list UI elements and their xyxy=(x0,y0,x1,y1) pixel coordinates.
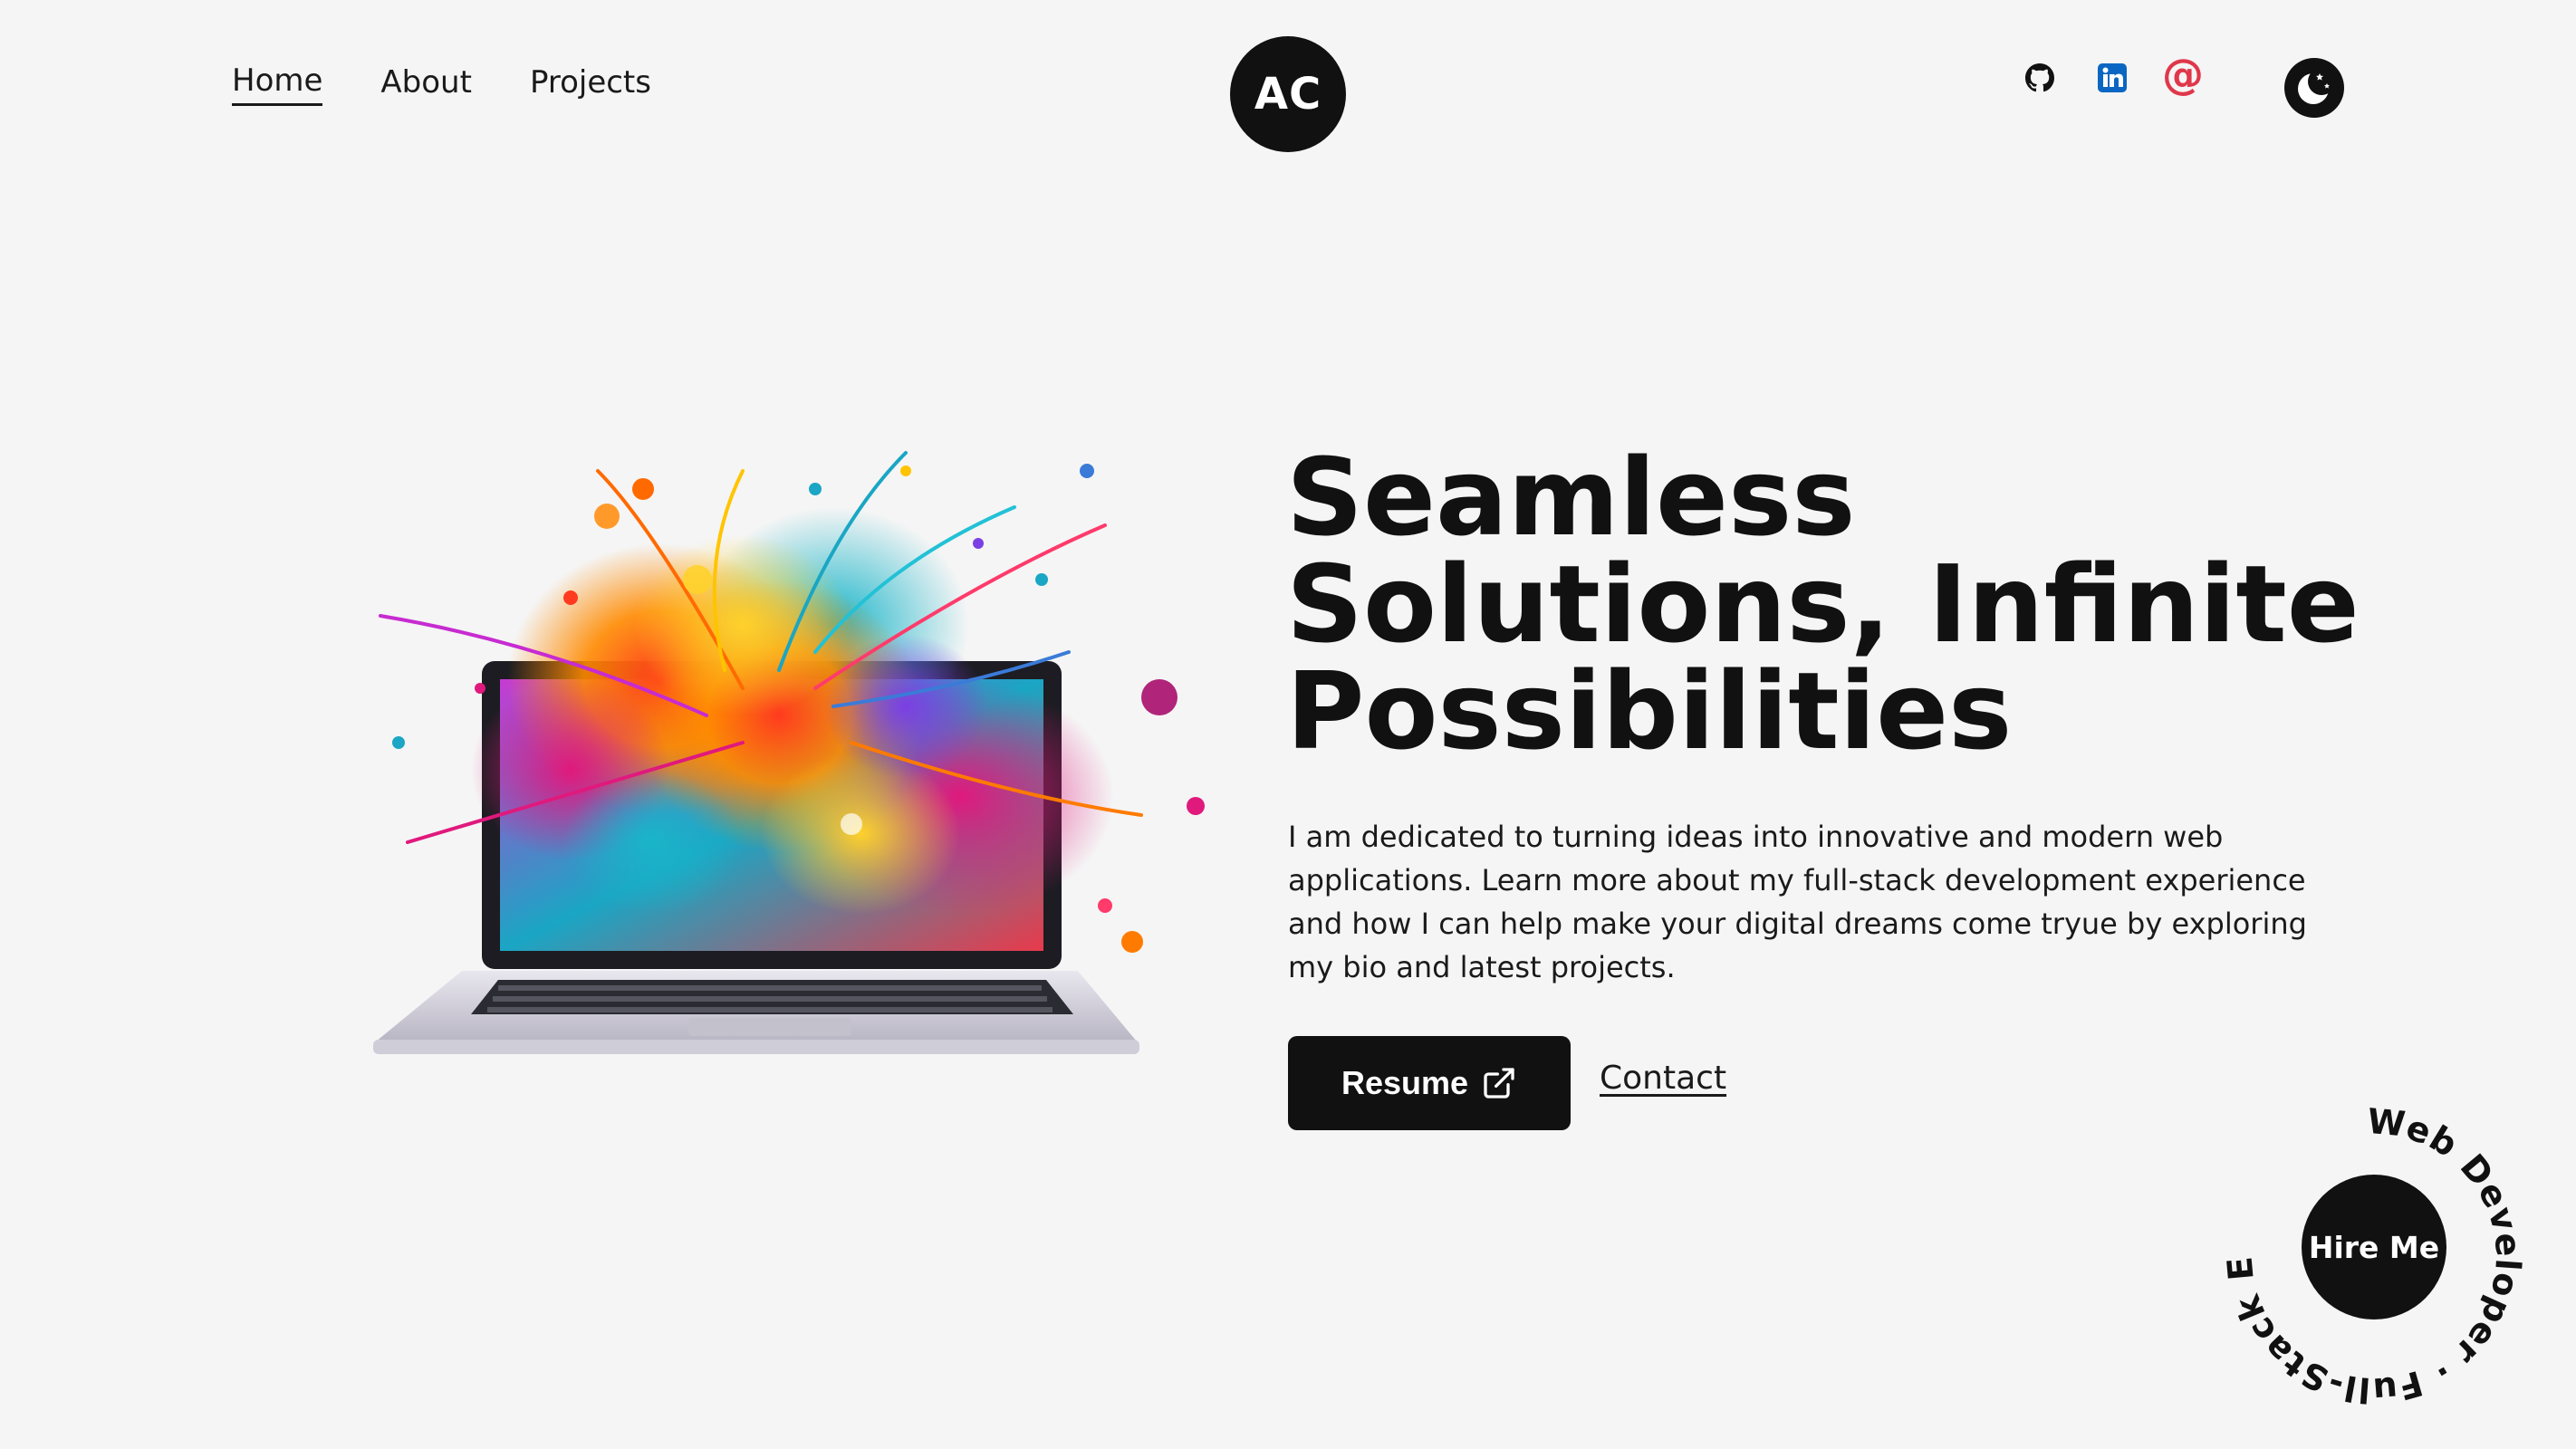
theme-toggle-button[interactable] xyxy=(2284,58,2344,118)
resume-label: Resume xyxy=(1341,1064,1469,1101)
headline-line-1: Seamless xyxy=(1286,435,1856,560)
hero-headline: Seamless Solutions, Infinite Possibiliti… xyxy=(1286,444,2464,764)
logo[interactable]: AC xyxy=(1230,36,1346,152)
contact-link[interactable]: Contact xyxy=(1600,1060,1726,1097)
social-links: @ xyxy=(2020,53,2204,98)
resume-button[interactable]: Resume xyxy=(1288,1036,1571,1130)
external-link-icon xyxy=(1484,1068,1514,1099)
github-icon[interactable] xyxy=(2020,58,2060,98)
hire-me-button[interactable]: Hire Me xyxy=(2302,1175,2446,1319)
hero-illustration xyxy=(272,417,1268,1069)
headline-line-2: Solutions, Infinite xyxy=(1286,542,2360,667)
headline-line-3: Possibilities xyxy=(1286,648,2013,773)
laptop-splash-image xyxy=(373,451,1205,1054)
logo-text: AC xyxy=(1254,69,1322,120)
hero-intro-text: I am dedicated to turning ideas into inn… xyxy=(1288,820,2307,984)
hire-me-badge: Web Developer · Full-Stack Engineer · Hi… xyxy=(2203,1066,2533,1415)
linkedin-icon[interactable] xyxy=(2092,58,2132,98)
moon-icon xyxy=(2298,68,2335,104)
nav-link-about[interactable]: About xyxy=(380,67,472,105)
nav-link-home[interactable]: Home xyxy=(232,65,323,106)
nav-link-projects[interactable]: Projects xyxy=(530,67,651,105)
email-icon[interactable]: @ xyxy=(2162,53,2204,95)
nav-links: Home About Projects xyxy=(232,65,651,106)
hire-me-label: Hire Me xyxy=(2308,1229,2440,1265)
